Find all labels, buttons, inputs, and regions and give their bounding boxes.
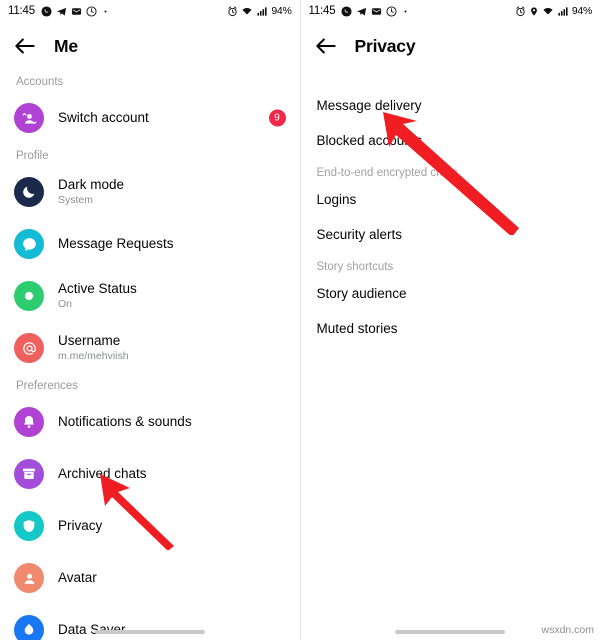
list-item-archived-chats[interactable]: Archived chats: [0, 448, 300, 500]
page-title: Privacy: [354, 35, 416, 56]
list-item-active-status[interactable]: Active Status On: [0, 270, 300, 322]
signal-icon: [256, 6, 268, 17]
whatsapp-icon: [41, 5, 52, 17]
list-item-data-saver[interactable]: Data Saver: [0, 604, 300, 640]
list-item-switch-account[interactable]: Switch account 9: [0, 92, 300, 144]
list-item-label: Username: [58, 333, 121, 348]
screenshot-root: 11:45 94% Me Accounts Switch account 9 P…: [0, 0, 600, 640]
telegram-icon: [356, 6, 367, 17]
mail-icon: [71, 6, 82, 17]
list-item-message-delivery[interactable]: Message delivery: [301, 88, 600, 123]
list-item-security-alerts[interactable]: Security alerts: [301, 217, 600, 252]
list-item-texts: Privacy: [58, 518, 102, 534]
list-item-subtitle: m.me/mehviish: [58, 350, 129, 362]
clock-icon: [86, 5, 97, 17]
location-icon: [529, 6, 539, 17]
list-item-texts: Switch account: [58, 110, 149, 126]
data-saver-icon: [14, 615, 44, 640]
battery-level: 94%: [571, 5, 592, 17]
switch-account-icon: [14, 103, 44, 133]
list-item-logins[interactable]: Logins: [301, 182, 600, 217]
back-arrow-icon[interactable]: [12, 33, 38, 59]
list-item-texts: Archived chats: [58, 466, 147, 482]
telegram-icon: [56, 6, 67, 17]
right-app-bar: Privacy: [301, 22, 600, 70]
home-indicator: [395, 630, 506, 634]
list-item-label: Archived chats: [58, 466, 147, 481]
section-label-preferences: Preferences: [16, 380, 79, 392]
more-dots-icon: [401, 7, 410, 16]
list-item-label: Active Status: [58, 281, 137, 296]
page-title: Me: [54, 35, 78, 56]
section-label-e2e-encrypted-chats: End-to-end encrypted chats: [316, 167, 458, 179]
signal-icon: [557, 6, 569, 17]
alarm-icon: [227, 5, 238, 17]
status-right-icons: 94%: [227, 5, 292, 17]
watermark: wsxdn.com: [541, 624, 594, 636]
section-label-profile: Profile: [16, 150, 49, 162]
status-left-icons: [41, 5, 110, 17]
list-item-label: Avatar: [58, 570, 97, 585]
section-label-story-shortcuts: Story shortcuts: [316, 261, 394, 273]
section-label-accounts: Accounts: [16, 76, 64, 88]
list-item-label: Switch account: [58, 110, 149, 125]
list-item-subtitle: System: [58, 194, 94, 206]
list-item-muted-stories[interactable]: Muted stories: [301, 311, 600, 346]
moon-icon: [14, 177, 44, 207]
list-item-texts: Active Status On: [58, 281, 137, 311]
alarm-icon: [515, 5, 526, 17]
list-item-label: Dark mode: [58, 177, 125, 192]
right-status-bar: 11:45 94%: [301, 0, 600, 22]
shield-icon: [14, 511, 44, 541]
more-dots-icon: [101, 7, 110, 16]
list-item-texts: Message Requests: [58, 236, 174, 252]
avatar-icon: [14, 563, 44, 593]
bell-icon: [14, 407, 44, 437]
list-item-label: Privacy: [58, 518, 103, 533]
battery-level: 94%: [271, 5, 292, 17]
list-item-story-audience[interactable]: Story audience: [301, 276, 600, 311]
list-item-blocked-accounts[interactable]: Blocked accounts: [301, 123, 600, 158]
at-sign-icon: [14, 333, 44, 363]
status-time: 11:45: [308, 5, 336, 17]
list-item-username[interactable]: Username m.me/mehviish: [0, 322, 300, 374]
list-item-message-requests[interactable]: Message Requests: [0, 218, 300, 270]
list-item-texts: Username m.me/mehviish: [58, 333, 129, 363]
list-item-subtitle: On: [58, 298, 73, 310]
mail-icon: [371, 6, 382, 17]
list-item-label: Message Requests: [58, 236, 174, 251]
back-arrow-icon[interactable]: [313, 33, 339, 59]
list-item-dark-mode[interactable]: Dark mode System: [0, 166, 300, 218]
status-left-icons: [341, 5, 410, 17]
wifi-icon: [542, 6, 554, 17]
wifi-icon: [241, 6, 253, 17]
status-badge: 9: [268, 109, 286, 127]
list-item-notifications-and-sounds[interactable]: Notifications & sounds: [0, 396, 300, 448]
list-item-label: Notifications & sounds: [58, 414, 192, 429]
left-app-bar: Me: [0, 22, 300, 70]
whatsapp-icon: [341, 5, 352, 17]
status-right-icons: 94%: [515, 5, 592, 17]
archive-icon: [14, 459, 44, 489]
home-indicator: [94, 630, 205, 634]
list-item-texts: Notifications & sounds: [58, 414, 192, 430]
list-item-privacy[interactable]: Privacy: [0, 500, 300, 552]
message-requests-icon: [14, 229, 44, 259]
status-time: 11:45: [8, 5, 35, 17]
active-status-icon: [14, 281, 44, 311]
list-item-texts: Dark mode System: [58, 177, 124, 207]
clock-icon: [386, 5, 397, 17]
left-phone-screen: 11:45 94% Me Accounts Switch account 9 P…: [0, 0, 300, 640]
list-item-texts: Avatar: [58, 570, 97, 586]
left-status-bar: 11:45 94%: [0, 0, 300, 22]
right-phone-screen: 11:45 94% Privacy Message delivery Block…: [299, 0, 600, 640]
list-item-avatar[interactable]: Avatar: [0, 552, 300, 604]
